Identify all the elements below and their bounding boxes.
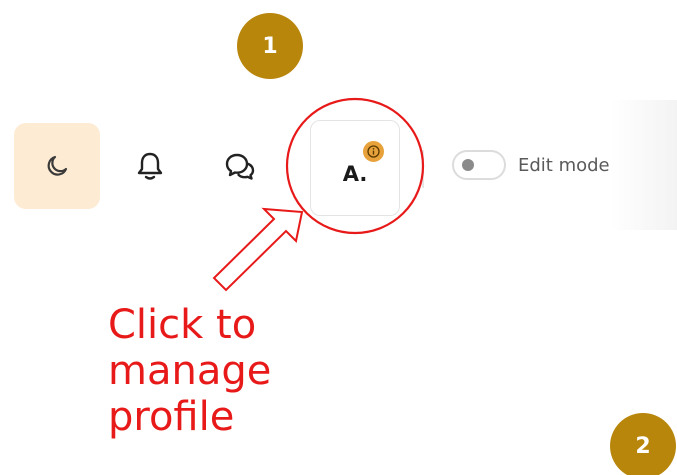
- step-number-1: 1: [262, 33, 278, 59]
- bell-icon: [137, 152, 163, 180]
- notifications-button[interactable]: [110, 123, 190, 209]
- toolbar-edge-fade: [610, 100, 677, 230]
- edit-mode-label: Edit mode: [518, 155, 610, 176]
- step-number-badge-1: 1: [237, 13, 303, 79]
- edit-mode-toggle[interactable]: [452, 150, 506, 180]
- chat-bubbles-icon: [225, 153, 255, 180]
- messages-button[interactable]: [200, 123, 280, 209]
- moon-icon: [47, 155, 68, 176]
- theme-toggle-button[interactable]: [14, 123, 100, 209]
- screenshot-stage: 1 A. Edit mode Click to manage profile 2: [0, 0, 677, 475]
- toolbar-divider: [422, 150, 424, 188]
- profile-button[interactable]: A.: [310, 120, 400, 216]
- step-number-badge-2: 2: [610, 413, 676, 475]
- toggle-knob: [462, 159, 474, 171]
- callout-text: Click to manage profile: [108, 302, 272, 440]
- step-number-2: 2: [635, 433, 651, 459]
- info-icon: [361, 139, 386, 164]
- profile-initial: A.: [342, 162, 368, 186]
- callout-arrow: [212, 207, 304, 292]
